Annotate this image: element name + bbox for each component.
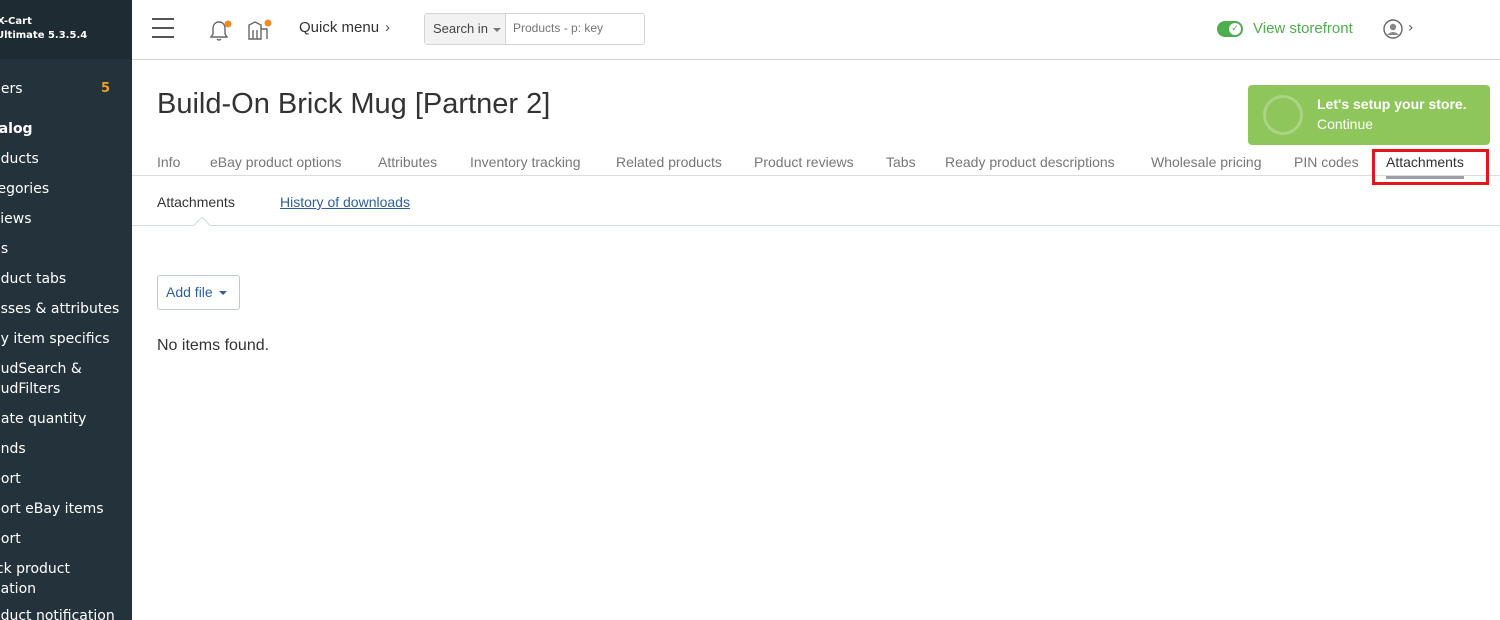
sidebar-item-label: port (0, 471, 21, 487)
sidebar-item-label: oudFilters (0, 381, 61, 397)
tab-info[interactable]: Info (157, 154, 180, 170)
setup-continue-link[interactable]: Continue (1317, 116, 1373, 132)
tab-product-reviews[interactable]: Product reviews (754, 154, 854, 170)
tab-ebay-product-options[interactable]: eBay product options (210, 154, 342, 170)
empty-state-message: No items found. (157, 337, 270, 354)
sidebar-item-label: talog (0, 121, 33, 137)
sidebar-item-label: oducts (0, 151, 39, 167)
sidebar-item-label: oduct notification (0, 608, 115, 620)
caret-down-icon (218, 291, 227, 296)
tab-attributes[interactable]: Attributes (378, 154, 437, 170)
subtab-attachments[interactable]: Attachments (157, 194, 235, 210)
search-scope-select[interactable]: Search in (425, 14, 506, 44)
bell-icon[interactable] (208, 18, 234, 44)
search-box: Search in (424, 13, 645, 45)
sidebar-item-label: ders (0, 81, 23, 97)
sidebar-item-label: oudSearch & (0, 361, 82, 377)
sidebar-item-label: port eBay items (0, 501, 104, 517)
quick-menu-button[interactable]: Quick menu › (299, 19, 390, 36)
tab-tabs[interactable]: Tabs (886, 154, 916, 170)
add-file-button[interactable]: Add file (157, 275, 240, 310)
tab-related-products[interactable]: Related products (616, 154, 722, 170)
view-storefront-link[interactable]: View storefront (1253, 20, 1353, 37)
caret-down-icon (492, 27, 501, 32)
brand-name: X-Cart (0, 16, 32, 27)
sidebar-item-label: ick product (0, 561, 70, 577)
menu-toggle-icon[interactable] (152, 18, 174, 38)
sidebar-item-label: port (0, 531, 21, 547)
chevron-right-icon: › (385, 19, 391, 36)
attachments-subtabs: Attachments History of downloads (132, 177, 1500, 234)
sidebar-item-label: asses & attributes (0, 301, 120, 317)
sidebar-item-label: tegories (0, 181, 50, 197)
sidebar-item-label: views (0, 211, 32, 227)
user-avatar-icon[interactable] (1383, 19, 1403, 39)
sidebar-item-label: date quantity (0, 411, 87, 427)
tab-ready-product-descriptions[interactable]: Ready product descriptions (945, 154, 1115, 170)
store-notifications-icon[interactable] (246, 17, 274, 43)
brand-version: Ultimate 5.3.5.4 (0, 30, 88, 41)
top-header: Quick menu› Search in ✓ View storefront … (132, 0, 1500, 60)
sidebar-item-label: ands (0, 441, 26, 457)
tab-pin-codes[interactable]: PIN codes (1294, 154, 1359, 170)
orders-count-badge: 5 (101, 81, 111, 96)
sidebar-item-label: gs (0, 241, 9, 257)
check-icon: ✓ (1229, 23, 1241, 35)
setup-store-banner[interactable]: Let's setup your store. Continue (1248, 85, 1490, 145)
sidebar-item-label: ay item specifics (0, 331, 110, 347)
chevron-right-icon[interactable]: › (1408, 20, 1414, 36)
product-tabs: Info eBay product options Attributes Inv… (132, 150, 1500, 179)
quick-menu-label: Quick menu (299, 19, 380, 36)
active-subtab-pointer (193, 216, 211, 234)
sidebar-item-label: oduct tabs (0, 271, 67, 287)
storefront-toggle[interactable]: ✓ (1217, 21, 1243, 37)
sidebar-item-label: eation (0, 581, 37, 597)
sidebar: X-Cart Ultimate 5.3.5.4 ders 5 talog odu… (0, 0, 132, 620)
search-input[interactable] (513, 21, 638, 35)
tab-inventory-tracking[interactable]: Inventory tracking (470, 154, 581, 170)
page-title: Build-On Brick Mug [Partner 2] (157, 88, 551, 120)
tab-wholesale-pricing[interactable]: Wholesale pricing (1151, 154, 1262, 170)
brand-logo[interactable]: X-Cart Ultimate 5.3.5.4 (0, 0, 132, 59)
add-file-label: Add file (166, 284, 213, 300)
subtab-history-of-downloads[interactable]: History of downloads (280, 194, 410, 210)
setup-banner-title: Let's setup your store. (1317, 96, 1467, 112)
search-scope-label: Search in (433, 21, 488, 36)
progress-ring-icon (1263, 95, 1303, 135)
